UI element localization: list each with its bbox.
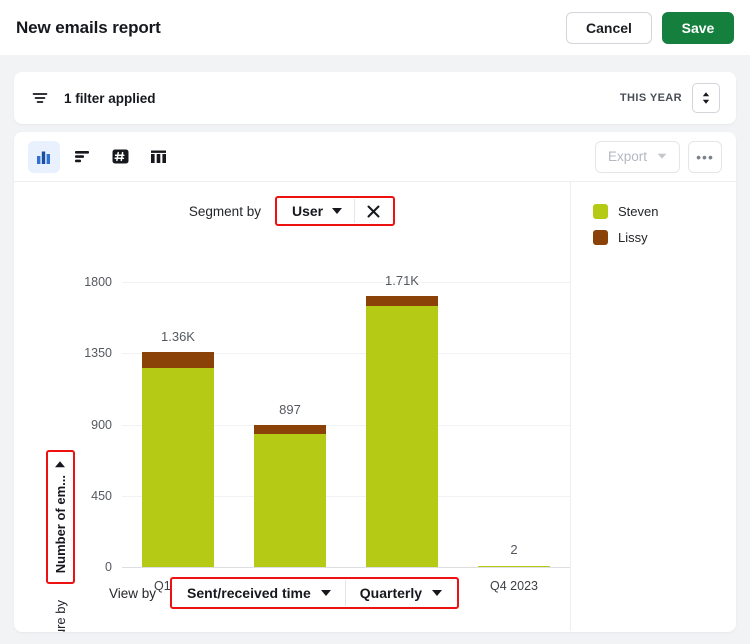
legend-item[interactable]: Lissy (593, 230, 736, 245)
chart-bar-stack[interactable] (254, 424, 326, 567)
hash-number-icon (112, 149, 128, 164)
filter-bar[interactable]: 1 filter applied THIS YEAR (14, 72, 736, 124)
toolbar-right-actions: Export ••• (594, 140, 722, 173)
page-title: New emails report (16, 17, 161, 37)
legend-swatch (593, 204, 608, 219)
chart-bar-segment-lissy[interactable] (142, 351, 214, 369)
segment-by-label: Segment by (188, 203, 261, 219)
chevron-down-icon (657, 153, 667, 159)
measure-by-dropdown[interactable]: Number of em... (48, 453, 72, 582)
chart-bar-group[interactable]: 1.71KQ3 2023 (346, 273, 458, 593)
filter-status-text: 1 filter applied (64, 90, 156, 106)
measure-by-label: Measure by (53, 600, 68, 632)
measure-by-group: Number of em... Measure by (40, 450, 80, 632)
chart-bar-segment-steven[interactable] (254, 433, 326, 567)
app-header: New emails report Cancel Save (0, 0, 750, 55)
y-axis-tick-label: 450 (91, 488, 112, 503)
y-axis-tick-label: 1800 (84, 275, 112, 289)
horizontal-bars-icon (74, 151, 89, 163)
chart-bar-value-label: 1.36K (161, 328, 195, 344)
y-axis-tick-label: 900 (91, 417, 112, 432)
chart-axis-line (122, 567, 570, 568)
visualization-card: Export ••• Segment by User Number of em.… (14, 132, 736, 632)
close-x-icon (367, 205, 380, 217)
y-axis-tick-label: 0 (105, 560, 112, 574)
chart-bar-stack[interactable] (478, 565, 550, 567)
number-view-button[interactable] (104, 141, 136, 173)
view-by-highlight: Sent/received time Quarterly (170, 577, 460, 609)
measure-by-highlight: Number of em... (45, 450, 75, 585)
legend-swatch (593, 230, 608, 245)
chart-bar-stack[interactable] (366, 296, 438, 567)
visualization-toolbar: Export ••• (14, 132, 736, 182)
header-actions: Cancel Save (566, 11, 734, 44)
table-columns-icon (150, 150, 166, 163)
segment-by-value: User (291, 203, 324, 219)
horizontal-bar-view-button[interactable] (66, 141, 98, 173)
chart-bar-segment-lissy[interactable] (366, 296, 438, 307)
chart-legend: Steven Lissy (570, 182, 736, 631)
segment-by-dropdown[interactable]: User (278, 199, 354, 223)
chart-bar-segment-lissy[interactable] (254, 424, 326, 434)
chevron-down-icon (320, 590, 331, 596)
y-axis-tick-label: 1350 (84, 346, 112, 361)
view-by-row: View by Sent/received time Quarterly (109, 577, 460, 609)
view-by-granularity-dropdown[interactable]: Quarterly (346, 580, 456, 606)
chart-bar-value-label: 1.71K (385, 273, 419, 289)
chart-bar-group[interactable]: 897Q2 2023 (234, 282, 346, 593)
segment-by-control: User (277, 199, 393, 223)
save-button[interactable]: Save (662, 11, 734, 44)
chart-body: Segment by User Number of em... 0 450 90… (14, 182, 736, 632)
cancel-button[interactable]: Cancel (566, 11, 652, 44)
segment-by-row: Segment by User (14, 196, 570, 226)
chart-bar-segment-steven[interactable] (366, 306, 438, 567)
view-by-dimension-value: Sent/received time (187, 585, 311, 601)
view-by-dimension-dropdown[interactable]: Sent/received time (173, 580, 345, 606)
chart-bar-segment-steven[interactable] (478, 565, 550, 567)
chart-bar-segment-steven[interactable] (142, 368, 214, 567)
chart-main-area: Segment by User Number of em... 0 450 90… (14, 182, 570, 632)
legend-label: Lissy (618, 230, 648, 245)
period-label: THIS YEAR (619, 92, 682, 104)
chart-bar-value-label: 897 (279, 401, 301, 417)
filter-period-group: THIS YEAR (620, 83, 720, 113)
chart-bar-stack[interactable] (142, 351, 214, 567)
export-button[interactable]: Export (594, 140, 680, 173)
segment-by-highlight: User (274, 196, 396, 226)
bar-chart-plot: 045090013501800 1.36KQ1 2023897Q2 20231.… (84, 273, 570, 593)
chevron-down-icon (332, 208, 343, 214)
chart-bar-group[interactable]: 2 Q4 2023 (458, 282, 570, 593)
view-by-controls: Sent/received time Quarterly (173, 580, 457, 606)
table-view-button[interactable] (142, 141, 174, 173)
chevron-down-icon (432, 590, 443, 596)
export-label: Export (607, 149, 647, 164)
view-by-label: View by (109, 585, 157, 601)
bar-chart-icon (36, 151, 50, 164)
period-stepper[interactable] (692, 83, 720, 113)
x-axis-tick-label: Q4 2023 (490, 579, 538, 593)
chart-bars: 1.36KQ1 2023897Q2 20231.71KQ3 2023 2 Q4 20… (122, 273, 570, 593)
legend-label: Steven (618, 204, 659, 219)
segment-clear-button[interactable] (355, 200, 392, 223)
measure-by-value: Number of em... (52, 475, 68, 574)
chart-bar-group[interactable]: 1.36KQ1 2023 (122, 282, 234, 593)
legend-item[interactable]: Steven (593, 204, 736, 219)
chevron-down-icon (55, 461, 65, 467)
view-by-granularity-value: Quarterly (359, 585, 423, 601)
chart-bar-value-label: 2 (510, 542, 518, 557)
report-builder-screen: New emails report Cancel Save 1 filter a… (0, 0, 750, 644)
view-type-switcher (28, 140, 174, 173)
more-options-button[interactable]: ••• (688, 140, 722, 173)
up-down-chevron-icon (702, 92, 710, 104)
bar-chart-view-button[interactable] (28, 140, 60, 173)
filter-icon[interactable] (30, 88, 50, 108)
